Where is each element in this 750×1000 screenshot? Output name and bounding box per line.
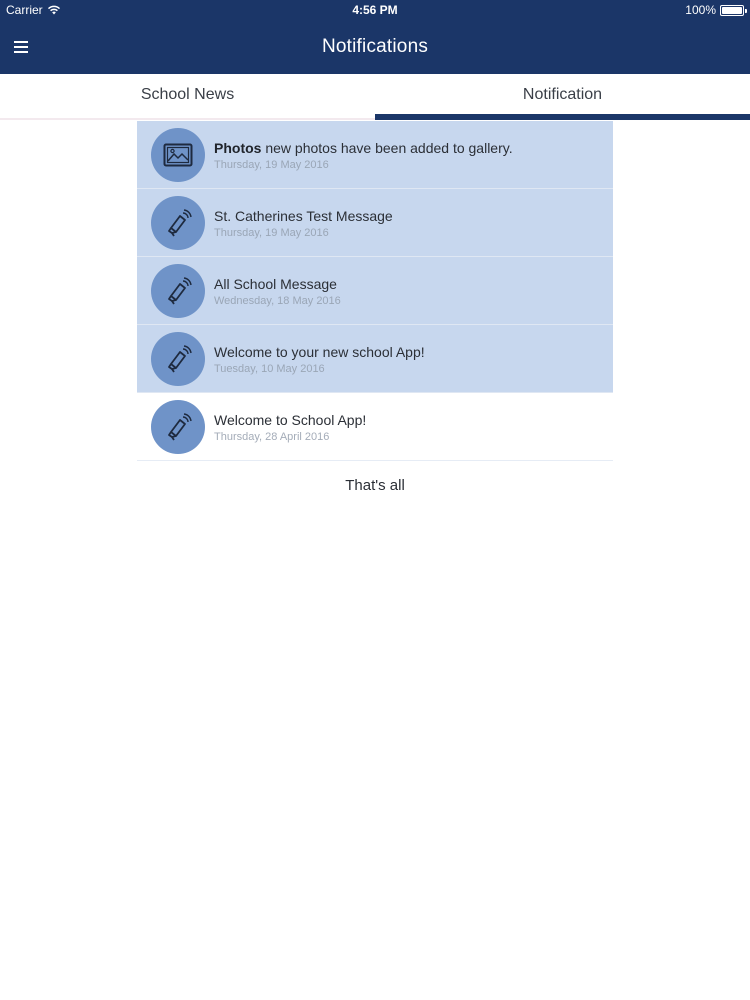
- notification-title: Welcome to your new school App!: [214, 343, 425, 360]
- tab-school-news[interactable]: School News: [0, 74, 375, 120]
- notification-item[interactable]: Photos new photos have been added to gal…: [137, 121, 613, 189]
- photo-gallery-icon: [151, 127, 205, 182]
- megaphone-icon: [151, 263, 205, 318]
- notification-item[interactable]: Welcome to School App! Thursday, 28 Apri…: [137, 393, 613, 461]
- notification-item[interactable]: St. Catherines Test Message Thursday, 19…: [137, 189, 613, 257]
- notification-date: Thursday, 28 April 2016: [214, 430, 330, 443]
- end-of-list-label: That's all: [345, 477, 405, 494]
- notification-item[interactable]: All School Message Wednesday, 18 May 201…: [137, 257, 613, 325]
- notification-list: Photos new photos have been added to gal…: [137, 121, 613, 461]
- navigation-bar: Carrier 4:56 PM 100% Notifications: [0, 0, 750, 74]
- megaphone-icon: [151, 195, 205, 250]
- notification-date: Wednesday, 18 May 2016: [214, 294, 341, 307]
- battery-indicator: 100%: [685, 3, 747, 17]
- tab-bar: School News Notification: [0, 74, 750, 120]
- tab-label: Notification: [522, 86, 603, 103]
- status-bar: Carrier 4:56 PM 100%: [0, 0, 750, 22]
- notification-title: St. Catherines Test Message: [214, 207, 393, 224]
- notification-item[interactable]: Welcome to your new school App! Tuesday,…: [137, 325, 613, 393]
- clock: 4:56 PM: [352, 3, 398, 17]
- megaphone-icon: [151, 331, 205, 386]
- notification-date: Thursday, 19 May 2016: [214, 226, 329, 239]
- megaphone-icon: [151, 399, 205, 454]
- tab-notification[interactable]: Notification: [375, 74, 750, 120]
- notification-title: All School Message: [214, 275, 337, 292]
- notification-title: Photos new photos have been added to gal…: [214, 139, 513, 156]
- tab-label: School News: [140, 86, 235, 103]
- notification-title: Welcome to School App!: [214, 411, 367, 428]
- battery-icon: [720, 4, 747, 16]
- notification-date: Thursday, 19 May 2016: [214, 158, 329, 171]
- notification-category: Photos: [214, 139, 262, 156]
- battery-percent: 100%: [685, 3, 716, 17]
- page-title: Notifications: [321, 36, 429, 57]
- notification-date: Tuesday, 10 May 2016: [214, 362, 325, 375]
